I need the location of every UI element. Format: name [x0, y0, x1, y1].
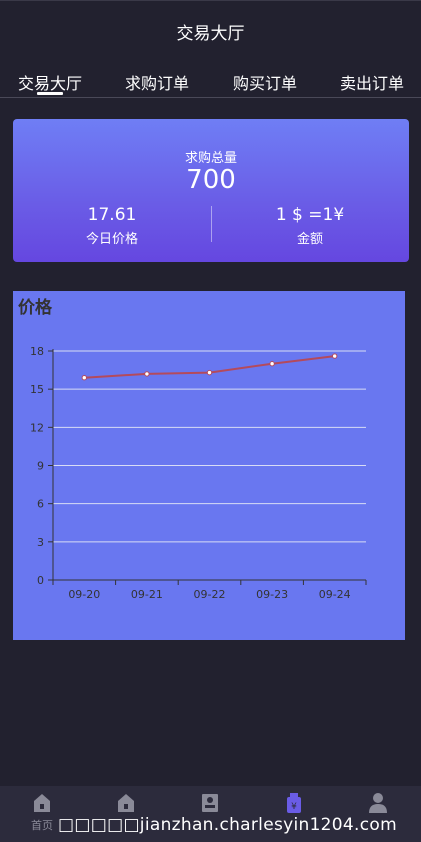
header-bar: 交易大厅	[0, 0, 421, 62]
price-data-point	[81, 375, 88, 381]
svg-text:¥: ¥	[291, 802, 297, 812]
price-data-point	[206, 369, 213, 376]
x-tick-label: 09-23	[256, 588, 288, 601]
home-icon	[118, 794, 134, 812]
y-tick-label: 12	[30, 421, 44, 434]
chart-title: 价格	[18, 298, 52, 318]
exchange-rate-value: 1 $ =1¥	[275, 205, 345, 225]
tab-trading-hall[interactable]: 交易大厅	[18, 70, 82, 94]
y-tick-label: 3	[37, 536, 44, 549]
price-line-chart: 0 3 6 9 12 15 18 09-20 09-21 09-22 09-23 09-24	[30, 345, 367, 601]
tab-purchase-orders[interactable]: 购买订单	[233, 70, 297, 94]
y-tick-label: 15	[30, 383, 44, 396]
summary-card: 求购总量 700 17.61 今日价格 1 $ =1¥ 金额	[13, 119, 409, 262]
user-card-icon	[202, 794, 218, 812]
amount-label: 金额	[296, 232, 323, 247]
watermark-text: □□□□□jianzhan.charlesyin1204.com	[58, 815, 397, 835]
x-tick-label: 09-21	[131, 588, 163, 601]
price-data-point	[144, 371, 150, 377]
price-data-point	[332, 353, 338, 359]
y-tick-label: 6	[37, 498, 44, 511]
tab-sell-orders[interactable]: 卖出订单	[340, 70, 404, 94]
y-tick-label: 9	[37, 460, 44, 473]
today-price-label: 今日价格	[85, 232, 138, 247]
active-tab-indicator	[37, 92, 63, 95]
price-chart-panel: 0 3 6 9 12 15 18 09-20 09-21 09-22 09-23 09-24 价格	[13, 291, 405, 640]
y-tick-label: 0	[37, 574, 44, 587]
total-demand-label: 求购总量	[184, 151, 237, 166]
nav-item-2[interactable]	[84, 792, 168, 817]
nav-item-3[interactable]	[168, 792, 252, 817]
money-bag-icon: ¥	[287, 793, 301, 813]
x-tick-label: 09-24	[319, 588, 351, 601]
today-price-value: 17.61	[87, 205, 137, 225]
y-tick-label: 18	[30, 345, 44, 358]
x-tick-label: 09-20	[68, 588, 100, 601]
price-stat: 17.61 今日价格	[13, 205, 211, 247]
nav-item-profile[interactable]	[336, 792, 420, 817]
nav-item-trade[interactable]: ¥	[252, 792, 336, 817]
total-demand-value: 700	[186, 165, 236, 195]
tab-buy-requests[interactable]: 求购订单	[125, 70, 189, 94]
rate-stat: 1 $ =1¥ 金额	[211, 205, 409, 247]
tab-bar: 交易大厅 求购订单 购买订单 卖出订单	[0, 62, 421, 98]
page-title: 交易大厅	[176, 24, 245, 44]
home-icon	[34, 794, 50, 812]
price-data-point	[269, 361, 275, 367]
x-tick-label: 09-22	[194, 588, 226, 601]
person-icon	[369, 793, 387, 813]
